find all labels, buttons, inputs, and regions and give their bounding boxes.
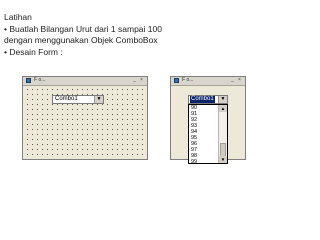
scroll-down-button[interactable]: ▼: [219, 156, 227, 163]
minimize-button[interactable]: _: [230, 78, 235, 83]
run-combobox-text: Combo1: [190, 96, 215, 103]
dropdown-scrollbar[interactable]: ▲ ▼: [218, 105, 227, 163]
run-form-window: F o... _ × Combo1 ▼ 90 91 92 93 94 95 96 97 98 99…: [170, 76, 246, 164]
combobox-dropdown-list[interactable]: 90919293949596979899100 ▲ ▼: [188, 104, 228, 164]
design-combobox-text: Combo1: [55, 96, 78, 102]
design-form-grid: Combo1 ▼: [24, 86, 146, 158]
design-form-window: F o... _ × Combo1 ▼: [22, 76, 148, 160]
close-button[interactable]: ×: [139, 78, 144, 83]
design-form-titlebar[interactable]: F o... _ ×: [23, 77, 147, 86]
slide-bullet-design: • Desain Form :: [4, 46, 63, 57]
form-icon: [174, 78, 179, 83]
chevron-down-icon[interactable]: ▼: [218, 96, 227, 103]
run-form-title: F o...: [182, 77, 194, 83]
run-combobox[interactable]: Combo1 ▼: [188, 95, 228, 104]
scroll-up-button[interactable]: ▲: [219, 105, 227, 112]
dropdown-item[interactable]: 99: [189, 159, 219, 163]
design-combobox[interactable]: Combo1 ▼: [52, 95, 104, 104]
run-form-client: Combo1 ▼ 90919293949596979899100 ▲ ▼: [172, 86, 244, 164]
scrollbar-thumb[interactable]: [220, 143, 226, 157]
design-form-title: F o...: [34, 77, 46, 83]
run-form-titlebar[interactable]: F o... _ ×: [171, 77, 245, 86]
slide-heading: Latihan: [4, 12, 32, 22]
minimize-button[interactable]: _: [132, 78, 137, 83]
chevron-down-icon[interactable]: ▼: [94, 96, 103, 103]
slide-text-block: Latihan • Buatlah Bilangan Urut dari 1 s…: [4, 12, 162, 58]
form-icon: [26, 78, 31, 83]
close-button[interactable]: ×: [237, 78, 242, 83]
slide-bullet-task-continued: dengan menggunakan Objek ComboBox: [4, 35, 158, 45]
slide-bullet-task: • Buatlah Bilangan Urut dari 1 sampai 10…: [4, 23, 162, 34]
dropdown-items: 90919293949596979899100: [189, 105, 219, 163]
